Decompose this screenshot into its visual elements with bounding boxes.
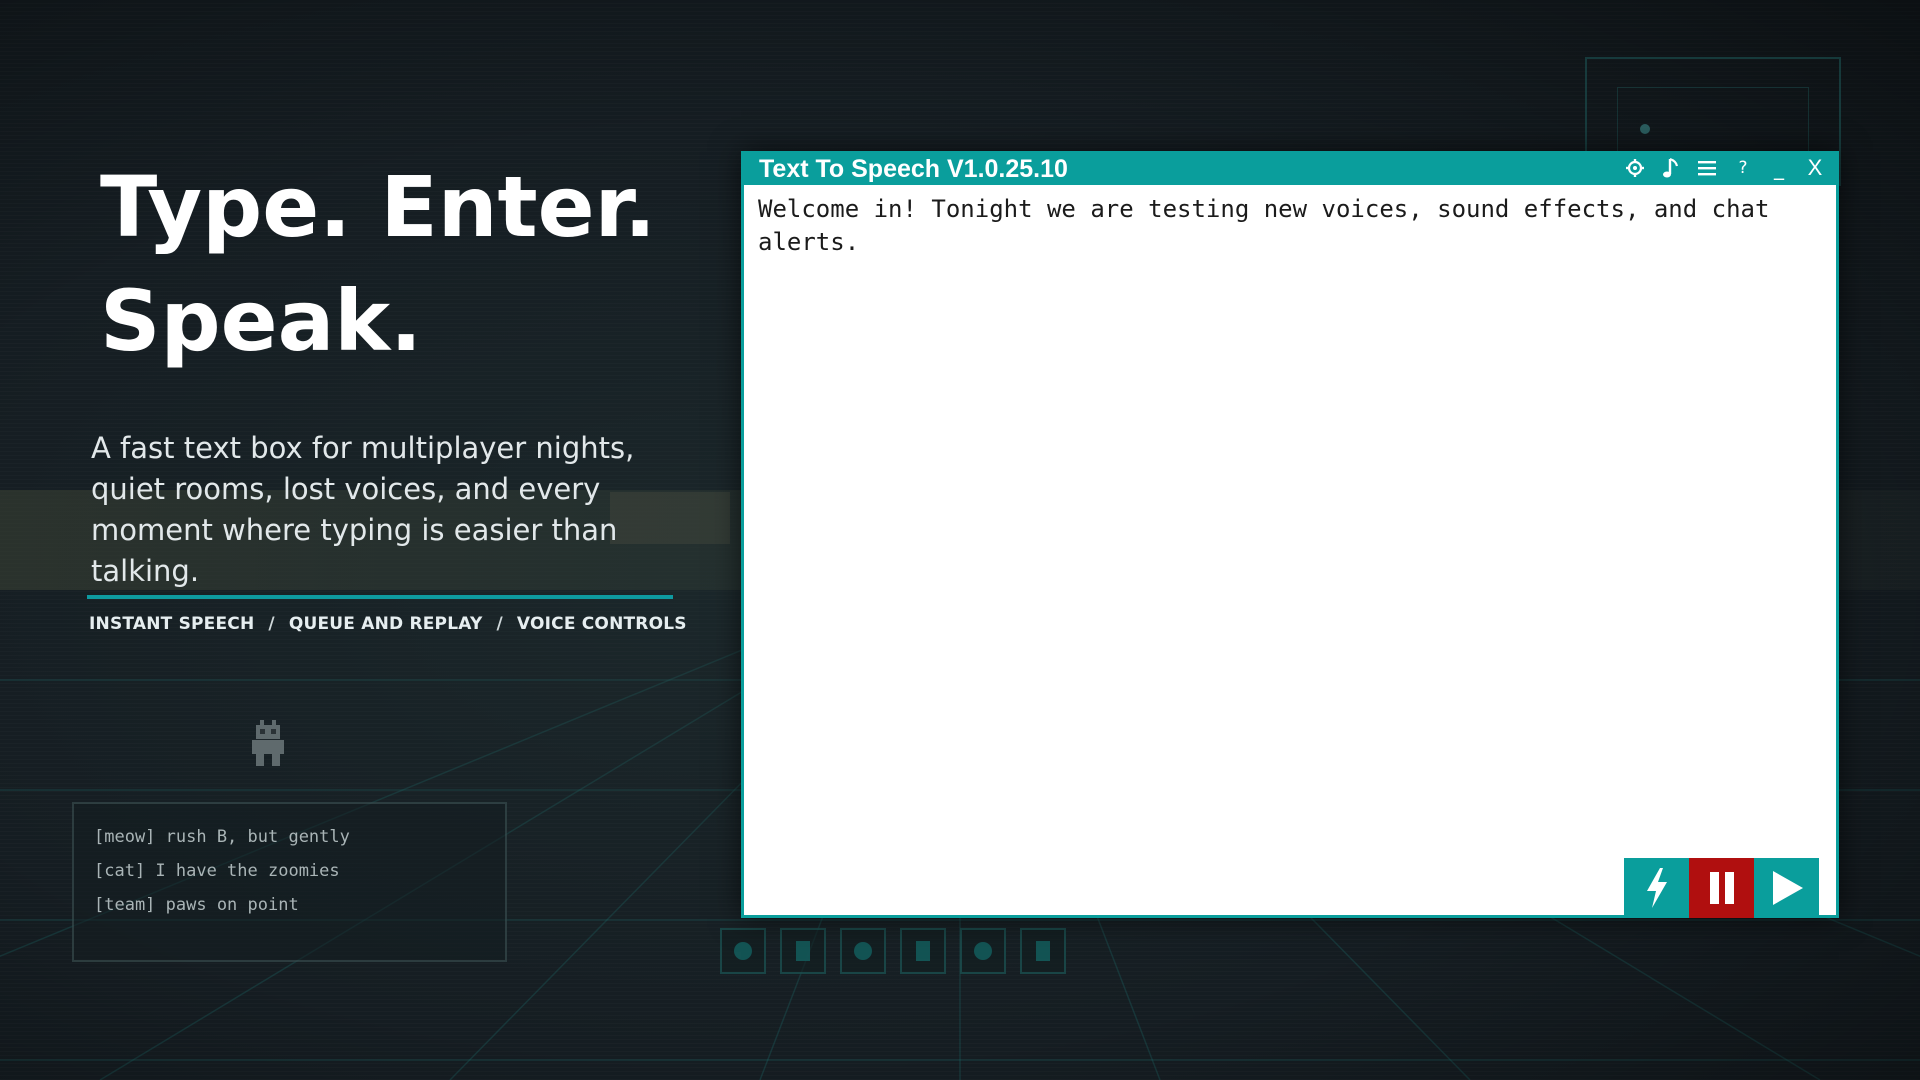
robot-mascot-icon — [252, 720, 284, 766]
title-bar[interactable]: Text To Speech V1.0.25.10 ? _ X — [741, 151, 1839, 185]
menu-button[interactable] — [1689, 151, 1725, 185]
dock-dot-icon — [974, 942, 992, 960]
hamburger-menu-icon — [1698, 161, 1716, 176]
dock-square-icon — [1036, 941, 1050, 961]
decorative-dot — [1640, 124, 1650, 134]
dock-dot-icon — [734, 942, 752, 960]
feature-queue-and-replay: QUEUE AND REPLAY — [288, 614, 483, 634]
minimize-button[interactable]: _ — [1761, 151, 1797, 185]
close-button[interactable]: X — [1797, 151, 1833, 185]
decorative-dock — [720, 928, 1066, 976]
hero-title-line2: Speak. — [100, 272, 423, 370]
accent-divider — [87, 595, 673, 599]
lightning-icon — [1646, 868, 1667, 908]
hero-title: Type. Enter. Speak. — [100, 150, 720, 378]
play-button[interactable] — [1754, 858, 1819, 918]
hero-subtitle: A fast text box for multiplayer nights, … — [91, 431, 635, 588]
chat-line: [team] paws on point — [94, 895, 299, 915]
dock-slot — [900, 928, 946, 974]
instant-speak-button[interactable] — [1624, 858, 1689, 918]
chat-line: [cat] I have the zoomies — [94, 861, 340, 881]
dock-square-icon — [796, 941, 810, 961]
hero-title-line1: Type. Enter. — [100, 158, 657, 256]
pause-icon — [1709, 872, 1734, 904]
feature-voice-controls: VOICE CONTROLS — [516, 614, 687, 634]
play-icon — [1772, 871, 1803, 905]
feature-list: INSTANT SPEECH / QUEUE AND REPLAY / VOICE CO… — [89, 614, 687, 634]
dock-slot — [1020, 928, 1066, 974]
chat-line: [meow] rush B, but gently — [94, 827, 350, 847]
dock-slot — [840, 928, 886, 974]
settings-button[interactable] — [1617, 151, 1653, 185]
app-title: Text To Speech V1.0.25.10 — [759, 155, 1068, 183]
feature-instant-speech: INSTANT SPEECH — [89, 614, 255, 634]
chat-preview-box: [meow] rush B, but gently [cat] I have t… — [72, 802, 507, 962]
dock-dot-icon — [854, 942, 872, 960]
feature-separator: / — [496, 614, 503, 634]
music-note-icon — [1663, 157, 1679, 178]
help-button[interactable]: ? — [1725, 151, 1761, 185]
gear-icon — [1626, 159, 1644, 177]
dock-slot — [960, 928, 1006, 974]
speech-text-input[interactable]: Welcome in! Tonight we are testing new v… — [744, 185, 1836, 915]
dock-slot — [780, 928, 826, 974]
pause-button[interactable] — [1689, 858, 1754, 918]
feature-separator: / — [268, 614, 275, 634]
dock-slot — [720, 928, 766, 974]
dock-square-icon — [916, 941, 930, 961]
tts-app-window: Text To Speech V1.0.25.10 ? _ X Welcome … — [741, 151, 1839, 918]
sound-button[interactable] — [1653, 151, 1689, 185]
title-controls: ? _ X — [1617, 151, 1833, 185]
action-bar — [1624, 858, 1819, 918]
